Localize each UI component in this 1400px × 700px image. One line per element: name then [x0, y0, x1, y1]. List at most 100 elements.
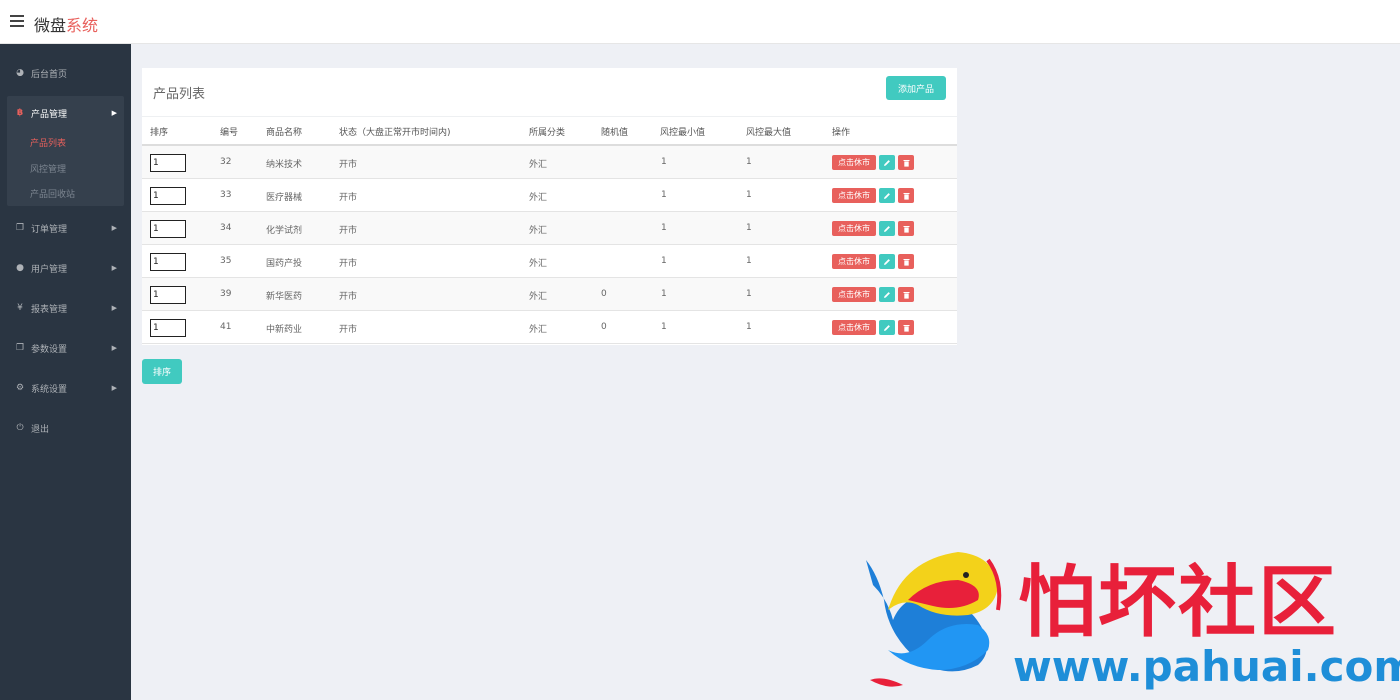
product-name: 中新药业: [266, 325, 303, 335]
random-value: 0: [601, 322, 607, 332]
column-header: 商品名称: [266, 128, 303, 138]
product-category: 外汇: [529, 160, 548, 170]
risk-max: 1: [746, 256, 752, 266]
product-id: 41: [220, 322, 232, 332]
add-product-button[interactable]: 添加产品: [886, 76, 946, 100]
delete-button[interactable]: [898, 155, 914, 170]
watermark-url: www.pahuai.com: [1013, 642, 1400, 691]
sidebar-item-label: 订单管理: [31, 224, 68, 235]
copy-icon: ❐: [15, 223, 25, 233]
edit-button[interactable]: [879, 287, 895, 302]
sidebar-item-label: 退出: [31, 424, 50, 435]
product-category: 外汇: [529, 259, 548, 269]
caret-right-icon: ▶: [111, 384, 117, 392]
pencil-icon: [884, 192, 890, 199]
sidebar-subitem-recycle-bin[interactable]: 产品回收站: [30, 187, 75, 200]
sidebar-item-system[interactable]: ⚙ 系统设置 ▶: [0, 376, 131, 400]
sidebar-item-label: 用户管理: [31, 264, 68, 275]
sidebar-subitem-product-list[interactable]: 产品列表: [30, 136, 66, 149]
menu-toggle-icon[interactable]: [10, 15, 24, 27]
risk-max: 1: [746, 322, 752, 332]
sidebar-item-label: 报表管理: [31, 304, 68, 315]
close-market-button[interactable]: 点击休市: [832, 254, 876, 269]
sidebar-item-users[interactable]: ● 用户管理 ▶: [0, 256, 131, 280]
product-status: 开市: [339, 325, 358, 335]
product-name: 国药产投: [266, 259, 303, 269]
edit-button[interactable]: [879, 254, 895, 269]
column-header: 风控最大值: [746, 128, 792, 138]
sidebar: ◕ 后台首页 ฿ 产品管理 ▶ 产品列表 风控管理 产品回收站 ❐ 订单管理 ▶…: [0, 44, 131, 700]
column-header: 所属分类: [529, 128, 566, 138]
sort-order-input[interactable]: [150, 319, 186, 337]
table-row: 35 国药产投 开市 外汇 1 1 点击休市: [142, 245, 957, 278]
risk-min: 1: [661, 223, 667, 233]
sort-order-input[interactable]: [150, 253, 186, 271]
caret-right-icon: ▶: [111, 344, 117, 352]
close-market-button[interactable]: 点击休市: [832, 287, 876, 302]
product-status: 开市: [339, 160, 358, 170]
sidebar-subitem-risk-control[interactable]: 风控管理: [30, 162, 66, 175]
risk-min: 1: [661, 256, 667, 266]
sort-order-input[interactable]: [150, 154, 186, 172]
random-value: 0: [601, 289, 607, 299]
product-id: 32: [220, 157, 232, 167]
pencil-icon: [884, 258, 890, 265]
delete-button[interactable]: [898, 221, 914, 236]
delete-button[interactable]: [898, 287, 914, 302]
delete-button[interactable]: [898, 188, 914, 203]
close-market-button[interactable]: 点击休市: [832, 188, 876, 203]
close-market-button[interactable]: 点击休市: [832, 221, 876, 236]
product-status: 开市: [339, 259, 358, 269]
column-header: 状态（大盘正常开市时间内): [339, 128, 451, 138]
sidebar-item-reports[interactable]: ¥ 报表管理 ▶: [0, 296, 131, 320]
trash-icon: [903, 324, 909, 332]
product-category: 外汇: [529, 292, 548, 302]
pencil-icon: [884, 324, 890, 331]
fish-logo-icon: [866, 552, 1002, 687]
product-id: 34: [220, 223, 232, 233]
sidebar-item-products[interactable]: ฿ 产品管理 ▶: [0, 101, 131, 125]
sidebar-item-label: 参数设置: [31, 344, 68, 355]
brand-logo[interactable]: 微盘系统: [34, 12, 98, 36]
table-row: 34 化学试剂 开市 外汇 1 1 点击休市: [142, 212, 957, 245]
product-name: 医疗器械: [266, 193, 303, 203]
risk-min: 1: [661, 190, 667, 200]
product-status: 开市: [339, 226, 358, 236]
sidebar-item-dashboard[interactable]: ◕ 后台首页: [0, 61, 131, 85]
product-category: 外汇: [529, 325, 548, 335]
product-category: 外汇: [529, 226, 548, 236]
sidebar-item-params[interactable]: ❐ 参数设置 ▶: [0, 336, 131, 360]
trash-icon: [903, 159, 909, 167]
sort-order-input[interactable]: [150, 286, 186, 304]
product-status: 开市: [339, 292, 358, 302]
risk-max: 1: [746, 289, 752, 299]
table-header: 排序 编号 商品名称 状态（大盘正常开市时间内) 所属分类 随机值 风控最小值 …: [142, 116, 957, 146]
column-header: 排序: [150, 128, 169, 138]
delete-button[interactable]: [898, 254, 914, 269]
column-header: 操作: [832, 128, 851, 138]
product-id: 39: [220, 289, 232, 299]
delete-button[interactable]: [898, 320, 914, 335]
sidebar-item-orders[interactable]: ❐ 订单管理 ▶: [0, 216, 131, 240]
sort-order-input[interactable]: [150, 187, 186, 205]
edit-button[interactable]: [879, 155, 895, 170]
risk-min: 1: [661, 289, 667, 299]
sidebar-item-logout[interactable]: ⏻ 退出: [0, 416, 131, 440]
sort-order-input[interactable]: [150, 220, 186, 238]
copy-icon: ❐: [15, 343, 25, 353]
close-market-button[interactable]: 点击休市: [832, 155, 876, 170]
table-row: 33 医疗器械 开市 外汇 1 1 点击休市: [142, 179, 957, 212]
pencil-icon: [884, 225, 890, 232]
table-row: 32 纳米技术 开市 外汇 1 1 点击休市: [142, 146, 957, 179]
table-row: 39 新华医药 开市 外汇 0 1 1 点击休市: [142, 278, 957, 311]
edit-button[interactable]: [879, 320, 895, 335]
product-name: 新华医药: [266, 292, 303, 302]
edit-button[interactable]: [879, 221, 895, 236]
trash-icon: [903, 225, 909, 233]
sort-button[interactable]: 排序: [142, 359, 182, 384]
column-header: 编号: [220, 128, 239, 138]
risk-min: 1: [661, 157, 667, 167]
brand-text-accent: 系统: [66, 16, 99, 35]
close-market-button[interactable]: 点击休市: [832, 320, 876, 335]
edit-button[interactable]: [879, 188, 895, 203]
